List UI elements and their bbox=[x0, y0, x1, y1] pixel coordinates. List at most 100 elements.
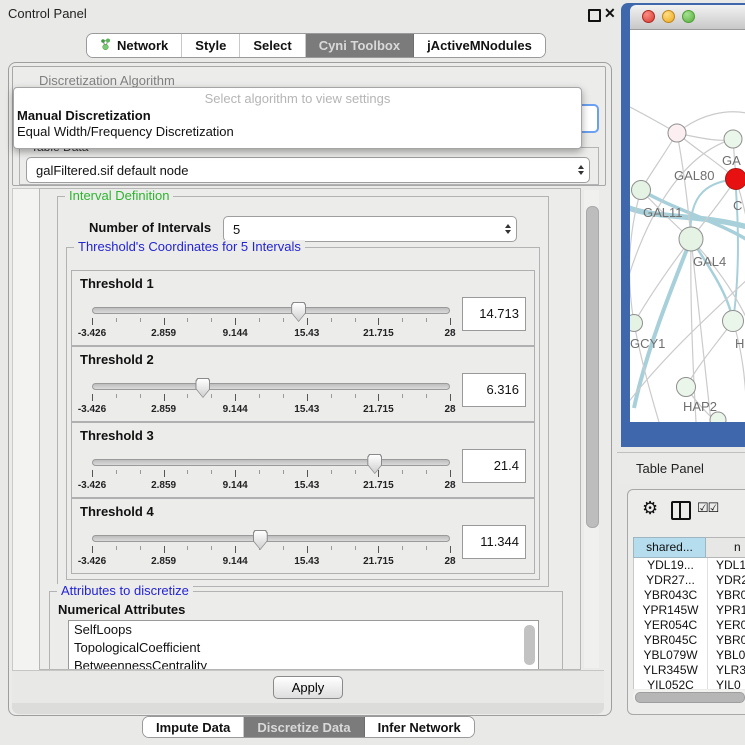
tab-network[interactable]: Network bbox=[87, 34, 182, 57]
threshold-value-field[interactable]: 14.713 bbox=[462, 297, 526, 331]
slider-thumb[interactable] bbox=[195, 378, 210, 398]
network-canvas[interactable]: GAL80GACGAL11GAL4GCY1HHAP2 bbox=[630, 30, 745, 422]
tab-style[interactable]: Style bbox=[182, 34, 240, 57]
network-node-label: HAP2 bbox=[683, 399, 717, 414]
slider-major-tick bbox=[450, 546, 451, 553]
checkbox-icons[interactable]: ☑☑ bbox=[697, 500, 718, 516]
cell-name[interactable]: YER0 bbox=[708, 618, 745, 633]
slider-track[interactable] bbox=[92, 383, 450, 390]
cell-name[interactable]: YDR2 bbox=[708, 573, 745, 588]
cell-shared-name[interactable]: YDL19... bbox=[634, 558, 708, 573]
bottom-tab-discretize-data[interactable]: Discretize Data bbox=[244, 717, 364, 737]
cell-shared-name[interactable]: YER054C bbox=[634, 618, 708, 633]
attribute-list-item[interactable]: TopologicalCoefficient bbox=[69, 639, 538, 657]
network-node-gal4[interactable] bbox=[679, 227, 703, 251]
column-header-shared[interactable]: shared... bbox=[633, 537, 706, 558]
threshold-value-field[interactable]: 6.316 bbox=[462, 373, 526, 407]
slider-minor-tick bbox=[402, 394, 403, 398]
slider-thumb[interactable] bbox=[367, 454, 382, 474]
table-row[interactable]: YER054CYER0 bbox=[634, 618, 745, 633]
threshold-slider[interactable]: -3.4262.8599.14415.4321.71528 bbox=[92, 302, 450, 344]
threshold-slider[interactable]: -3.4262.8599.14415.4321.71528 bbox=[92, 530, 450, 572]
slider-tick-label: 2.859 bbox=[151, 480, 176, 491]
table-row[interactable]: YDR27...YDR2 bbox=[634, 573, 745, 588]
network-node-label: GAL11 bbox=[643, 205, 683, 220]
mac-close-button[interactable] bbox=[642, 10, 655, 23]
mac-zoom-button[interactable] bbox=[682, 10, 695, 23]
settings-scrollbar[interactable] bbox=[584, 190, 599, 668]
slider-minor-tick bbox=[355, 546, 356, 550]
float-window-icon[interactable] bbox=[588, 9, 601, 22]
cell-name[interactable]: YBR0 bbox=[708, 588, 745, 603]
tab-jactivemnodules[interactable]: jActiveMNodules bbox=[414, 34, 545, 57]
table-row[interactable]: YDL19...YDL1 bbox=[634, 558, 745, 573]
close-icon[interactable]: ✕ bbox=[604, 5, 616, 22]
numerical-attributes-list[interactable]: SelfLoopsTopologicalCoefficientBetweenne… bbox=[68, 620, 539, 670]
mac-minimize-button[interactable] bbox=[662, 10, 675, 23]
cell-name[interactable]: YBL0 bbox=[708, 648, 745, 663]
cell-shared-name[interactable]: YBR045C bbox=[634, 633, 708, 648]
threshold-value-field[interactable]: 11.344 bbox=[462, 525, 526, 559]
table-hscrollbar-thumb[interactable] bbox=[635, 692, 745, 703]
apply-button[interactable]: Apply bbox=[273, 676, 343, 699]
network-node-gcy1[interactable] bbox=[630, 315, 643, 332]
threshold-slider[interactable]: -3.4262.8599.14415.4321.71528 bbox=[92, 454, 450, 496]
cell-shared-name[interactable]: YBR043C bbox=[634, 588, 708, 603]
slider-minor-tick bbox=[283, 318, 284, 322]
table-row[interactable]: YLR345WYLR3 bbox=[634, 663, 745, 678]
slider-tick-label: 21.715 bbox=[363, 328, 394, 339]
tab-cyni-toolbox[interactable]: Cyni Toolbox bbox=[306, 34, 414, 57]
slider-track[interactable] bbox=[92, 307, 450, 314]
interval-definition-title: Interval Definition bbox=[65, 189, 173, 203]
threshold-value-field[interactable]: 21.4 bbox=[462, 449, 526, 483]
cell-name[interactable]: YLR3 bbox=[708, 663, 745, 678]
table-row[interactable]: YBL079WYBL0 bbox=[634, 648, 745, 663]
cell-shared-name[interactable]: YLR345W bbox=[634, 663, 708, 678]
network-node-label: GA bbox=[722, 153, 741, 168]
cell-shared-name[interactable]: YIL052C bbox=[634, 678, 708, 689]
cell-name[interactable]: YDL1 bbox=[708, 558, 745, 573]
tab-select[interactable]: Select bbox=[240, 34, 305, 57]
network-node-gal11[interactable] bbox=[632, 181, 651, 200]
thresholds-group: Threshold's Coordinates for 5 Intervals … bbox=[66, 247, 540, 580]
cell-shared-name[interactable]: YDR27... bbox=[634, 573, 708, 588]
network-node-hap2[interactable] bbox=[677, 378, 696, 397]
threshold-label: Threshold 3 bbox=[80, 428, 154, 443]
network-window-titlebar[interactable] bbox=[630, 5, 745, 30]
attribute-list-item[interactable]: BetweennessCentrality bbox=[69, 657, 538, 670]
slider-thumb[interactable] bbox=[253, 530, 268, 550]
table-row[interactable]: YBR043CYBR0 bbox=[634, 588, 745, 603]
slider-thumb[interactable] bbox=[291, 302, 306, 322]
threshold-slider[interactable]: -3.4262.8599.14415.4321.71528 bbox=[92, 378, 450, 420]
columns-icon[interactable] bbox=[671, 501, 691, 520]
table-data-combobox-value: galFiltered.sif default node bbox=[27, 163, 573, 178]
slider-track[interactable] bbox=[92, 535, 450, 542]
network-node-c[interactable] bbox=[726, 169, 745, 190]
numerical-attributes-label: Numerical Attributes bbox=[58, 602, 185, 617]
cell-name[interactable]: YIL0 bbox=[708, 678, 745, 689]
slider-track[interactable] bbox=[92, 459, 450, 466]
slider-minor-tick bbox=[140, 546, 141, 550]
network-node-h[interactable] bbox=[723, 311, 744, 332]
bottom-tab-impute-data[interactable]: Impute Data bbox=[143, 717, 244, 737]
table-row[interactable]: YBR045CYBR0 bbox=[634, 633, 745, 648]
table-hscrollbar[interactable] bbox=[633, 690, 745, 703]
threshold-label: Threshold 1 bbox=[80, 276, 154, 291]
column-header-name[interactable]: n bbox=[706, 537, 745, 558]
network-node-gal80[interactable] bbox=[668, 124, 686, 142]
network-node-ga[interactable] bbox=[724, 130, 742, 148]
bottom-tab-infer-network[interactable]: Infer Network bbox=[365, 717, 474, 737]
gear-icon[interactable]: ⚙ bbox=[642, 499, 658, 517]
attribute-list-item[interactable]: SelfLoops bbox=[69, 621, 538, 639]
cell-name[interactable]: YBR0 bbox=[708, 633, 745, 648]
list-scrollbar-thumb[interactable] bbox=[524, 625, 535, 665]
algorithm-option[interactable]: Equal Width/Frequency Discretization bbox=[14, 124, 581, 140]
settings-scrollbar-thumb[interactable] bbox=[586, 206, 599, 528]
algorithm-option[interactable]: Manual Discretization bbox=[14, 108, 581, 124]
cell-shared-name[interactable]: YBL079W bbox=[634, 648, 708, 663]
table-row[interactable]: YIL052CYIL0 bbox=[634, 678, 745, 689]
table-data-combobox[interactable]: galFiltered.sif default node bbox=[26, 157, 590, 183]
cell-name[interactable]: YPR1 bbox=[708, 603, 745, 618]
table-row[interactable]: YPR145WYPR1 bbox=[634, 603, 745, 618]
cell-shared-name[interactable]: YPR145W bbox=[634, 603, 708, 618]
